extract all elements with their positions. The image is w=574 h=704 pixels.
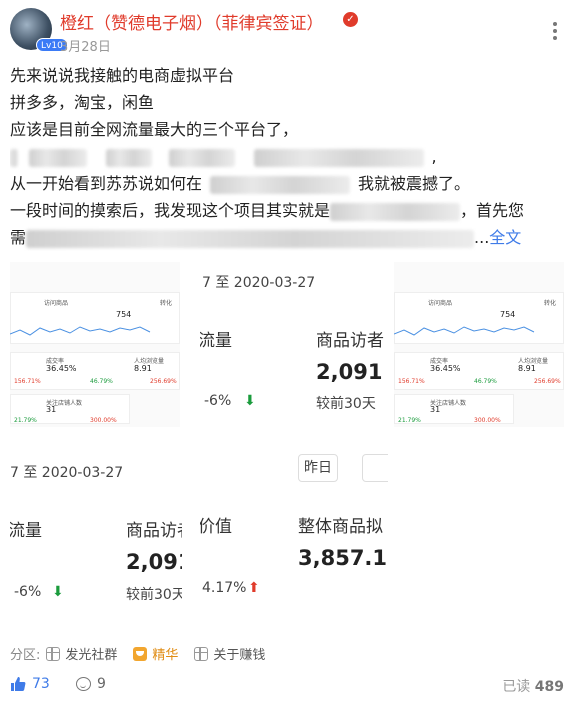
image-crop[interactable]: 昨日 价值 整体商品拟 3,857.1 4.17% ⬆ xyxy=(200,450,388,615)
metric-change: -6% xyxy=(14,584,42,600)
thumb-change: 46.79% xyxy=(474,378,497,385)
thumb-change: 46.79% xyxy=(90,378,113,385)
thumb-change: 256.69% xyxy=(150,378,177,385)
arrow-down-icon: ⬇ xyxy=(244,393,256,409)
line-segment: 一段时间的摸索后，我发现这个项目其实就是 xyxy=(10,201,331,220)
metric-change: -6% xyxy=(204,393,232,409)
image-crop[interactable]: 7 至 2020-03-27 流量 商品访者 2,091 -6% ⬇ 较前30天 xyxy=(10,450,182,615)
text-line: 拼多多，淘宝，闲鱼 xyxy=(10,93,155,112)
text-line: 从一开始看到苏苏说如何在 我就被震撼了。 xyxy=(10,170,566,197)
comment-button[interactable]: 9 xyxy=(76,676,106,692)
post-body: 先来说说我接触的电商虚拟平台 拼多多，淘宝，闲鱼 应该是目前全网流量最大的三个平… xyxy=(10,62,566,251)
essence-icon xyxy=(133,646,148,661)
line-segment: 需 xyxy=(10,228,27,247)
tag-label: 发光社群 xyxy=(65,648,118,663)
read-count: 已读 489 xyxy=(502,676,564,696)
grid-icon xyxy=(46,646,61,661)
metric-label: 商品访者 xyxy=(316,331,384,351)
image-thumbnail[interactable]: 访问商品 转化 754 成交率 36.45% 人均浏览量 8.91 156.71… xyxy=(394,262,564,427)
sparkline xyxy=(10,326,151,336)
comment-icon xyxy=(76,677,91,691)
like-button[interactable]: 73 xyxy=(10,676,50,692)
metric-label: 流量 xyxy=(200,331,232,351)
comment-count: 9 xyxy=(97,676,106,692)
tag-money[interactable]: 关于赚钱 xyxy=(194,644,265,663)
thumb-value: 8.91 xyxy=(134,364,152,373)
image-thumbnail[interactable]: 访问商品 转化 754 成交率 36.45% 人均浏览量 8.91 156.71… xyxy=(10,262,180,427)
thumb-label: 转化 xyxy=(544,300,557,307)
text-line: 一段时间的摸索后，我发现这个项目其实就是 ，首先您 xyxy=(10,197,566,224)
compare-label: 较前30天 xyxy=(126,587,182,603)
thumb-value: 36.45% xyxy=(46,364,77,373)
verified-icon: ✓ xyxy=(343,12,358,27)
arrow-down-icon: ⬇ xyxy=(52,584,64,600)
thumb-change: 21.79% xyxy=(14,417,37,424)
metric-change: 4.17% xyxy=(202,580,247,596)
full-text-link[interactable]: 全文 xyxy=(489,228,521,247)
metric-value: 3,857.1 xyxy=(298,546,388,570)
blurred-line: , xyxy=(10,143,566,170)
blurred-segment xyxy=(26,229,475,248)
blurred-segment xyxy=(330,202,461,221)
thumb-label: 转化 xyxy=(160,300,173,307)
next-button xyxy=(362,454,388,482)
post-footer: 73 9 已读 489 xyxy=(10,676,564,698)
tag-label: 关于赚钱 xyxy=(213,648,266,663)
more-icon[interactable] xyxy=(552,22,558,40)
text-line: 需 ...全文 xyxy=(10,224,566,251)
date-range: 7 至 2020-03-27 xyxy=(202,275,316,291)
thumb-change: 300.00% xyxy=(90,417,117,424)
date-range: 7 至 2020-03-27 xyxy=(10,465,124,481)
read-value: 489 xyxy=(534,679,564,695)
thumb-value: 754 xyxy=(116,310,132,319)
post-date: 3月28日 xyxy=(60,40,111,55)
line-segment: ，首先您 xyxy=(460,201,525,220)
metric-label: 整体商品拟 xyxy=(298,517,383,537)
thumb-value: 31 xyxy=(46,405,57,414)
arrow-up-icon: ⬆ xyxy=(248,580,260,596)
read-label: 已读 xyxy=(502,679,531,695)
thumb-change: 21.79% xyxy=(398,417,421,424)
thumb-value: 31 xyxy=(430,405,441,414)
thumb-change: 256.69% xyxy=(534,378,561,385)
text-line: 先来说说我接触的电商虚拟平台 xyxy=(10,66,235,85)
sparkline xyxy=(394,326,535,336)
thumb-value: 8.91 xyxy=(518,364,536,373)
thumb-value: 754 xyxy=(500,310,516,319)
text-line: 应该是目前全网流量最大的三个平台了， xyxy=(10,120,299,139)
image-grid: 访问商品 转化 754 成交率 36.45% 人均浏览量 8.91 156.71… xyxy=(10,262,564,622)
tag-community[interactable]: 发光社群 xyxy=(46,644,117,663)
author-name[interactable]: 橙红（赞德电子烟）（菲律宾签证） xyxy=(60,9,324,34)
thumb-label: 访问商品 xyxy=(44,300,69,307)
tag-essence[interactable]: 精华 xyxy=(133,644,178,663)
ellipsis: ... xyxy=(474,228,490,247)
thumb-change: 156.71% xyxy=(398,378,425,385)
line-segment: 我就被震撼了。 xyxy=(358,174,471,193)
metric-label: 流量 xyxy=(10,521,42,541)
section-label: 分区: xyxy=(10,648,41,663)
thumb-up-icon xyxy=(11,677,26,691)
metric-value: 2,091 xyxy=(126,550,182,574)
thumb-value: 36.45% xyxy=(430,364,461,373)
metric-value: 2,091 xyxy=(316,360,383,384)
blurred-segment xyxy=(210,175,351,194)
compare-label: 较前30天 xyxy=(316,396,376,412)
metric-label: 价值 xyxy=(200,517,232,537)
thumb-label: 访问商品 xyxy=(428,300,453,307)
tag-label: 精华 xyxy=(152,648,179,663)
image-crop[interactable]: 7 至 2020-03-27 流量 商品访者 2,091 -6% ⬇ 较前30天 xyxy=(200,262,388,427)
tag-row: 分区: 发光社群 精华 关于赚钱 xyxy=(10,644,275,663)
post-header: Lv10 橙红（赞德电子烟）（菲律宾签证） ✓ 3月28日 xyxy=(10,8,564,56)
grid-icon xyxy=(194,646,209,661)
like-count: 73 xyxy=(32,676,50,692)
thumb-change: 300.00% xyxy=(474,417,501,424)
metric-label: 商品访者 xyxy=(126,521,182,541)
line-segment: 从一开始看到苏苏说如何在 xyxy=(10,174,203,193)
thumb-change: 156.71% xyxy=(14,378,41,385)
yesterday-button: 昨日 xyxy=(298,454,338,482)
